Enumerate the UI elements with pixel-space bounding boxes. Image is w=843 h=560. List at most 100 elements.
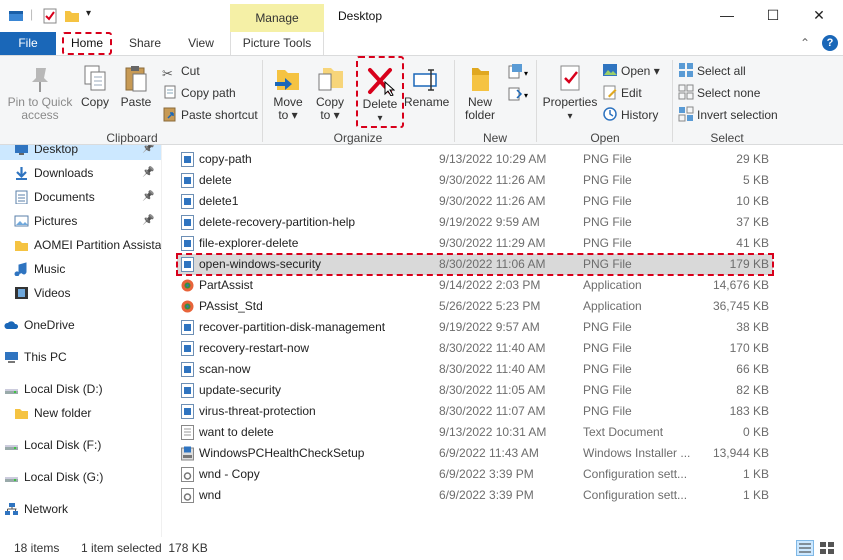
file-name: recover-partition-disk-management — [199, 320, 386, 334]
file-row[interactable]: wnd 6/9/2022 3:39 PM Configuration sett...… — [177, 485, 773, 506]
large-icons-view-icon[interactable] — [818, 540, 836, 556]
file-date: 8/30/2022 11:05 AM — [439, 383, 546, 397]
paste-shortcut-button[interactable]: Paste shortcut — [162, 106, 258, 124]
tab-view[interactable]: View — [180, 32, 222, 55]
delete-button[interactable]: Delete ▾ — [356, 56, 404, 128]
file-type: Configuration sett... — [583, 488, 688, 502]
paste-button[interactable]: Paste — [116, 64, 156, 109]
ribbon: Pin to Quick access Copy Paste ✂ Cut Copy… — [0, 55, 843, 145]
new-folder-button[interactable]: New folder — [458, 64, 502, 122]
nav-item-network[interactable]: Network — [0, 498, 161, 520]
file-image-icon — [181, 173, 194, 188]
disk-icon — [5, 445, 18, 450]
help-icon[interactable]: ? — [822, 35, 838, 51]
details-view-icon[interactable] — [796, 540, 814, 556]
properties-dropdown-icon[interactable]: ▾ — [567, 111, 572, 122]
nav-item-documents[interactable]: Documents 📌 — [0, 186, 161, 208]
file-row[interactable]: WindowsPCHealthCheckSetup 6/9/2022 11:43 … — [177, 443, 773, 464]
nav-item-videos[interactable]: Videos — [0, 282, 161, 304]
file-row[interactable]: recover-partition-disk-management 9/19/20… — [177, 317, 773, 338]
file-row[interactable]: delete1 9/30/2022 11:26 AM PNG File 10 KB — [177, 191, 773, 212]
file-size: 10 KB — [736, 194, 769, 208]
file-type: PNG File — [583, 320, 632, 334]
desktop-icon — [15, 145, 28, 155]
nav-item-label: Music — [34, 262, 66, 276]
history-button[interactable]: History — [602, 106, 658, 124]
nav-item-new-folder[interactable]: New folder — [0, 402, 161, 424]
file-date: 9/19/2022 9:57 AM — [439, 320, 540, 334]
maximize-button[interactable]: ☐ — [758, 5, 788, 25]
group-label-organize: Organize — [333, 131, 383, 145]
file-date: 8/30/2022 11:07 AM — [439, 404, 546, 418]
file-row[interactable]: copy-path 9/13/2022 10:29 AM PNG File 29 KB — [177, 149, 773, 170]
nav-item-pictures[interactable]: Pictures 📌 — [0, 210, 161, 232]
cut-button[interactable]: ✂ Cut — [162, 62, 200, 81]
pin-to-quick-access-button[interactable]: Pin to Quick access — [4, 64, 76, 122]
file-row[interactable]: open-windows-security 8/30/2022 11:06 AM P… — [176, 253, 774, 276]
new-folder-quick-icon[interactable] — [64, 8, 80, 24]
file-name: PartAssist — [199, 278, 254, 292]
nav-item-this-pc[interactable]: This PC — [0, 346, 161, 368]
history-label: History — [621, 108, 659, 122]
file-row[interactable]: recovery-restart-now 8/30/2022 11:40 AM PN… — [177, 338, 773, 359]
close-button[interactable]: ✕ — [804, 5, 834, 25]
nav-item-local-disk-d[interactable]: Local Disk (D:) — [0, 378, 161, 400]
nav-item-music[interactable]: Music — [0, 258, 161, 280]
file-size: 82 KB — [736, 383, 769, 397]
move-to-button[interactable]: Move to ▾ — [268, 64, 308, 122]
delete-dropdown-icon[interactable]: ▾ — [377, 113, 382, 124]
edit-button[interactable]: Edit — [602, 84, 642, 102]
file-row[interactable]: virus-threat-protection 8/30/2022 11:07 A… — [177, 401, 773, 422]
tab-picture-tools[interactable]: Picture Tools — [230, 32, 324, 55]
minimize-button[interactable]: — — [712, 5, 742, 25]
invert-selection-button[interactable]: Invert selection — [678, 106, 778, 124]
folder-icon — [15, 241, 28, 251]
file-row[interactable]: file-explorer-delete 9/30/2022 11:29 AM PN… — [177, 233, 773, 254]
easy-access-icon[interactable]: ▾ — [506, 86, 532, 102]
svg-text:▾: ▾ — [524, 91, 528, 100]
new-item-icon[interactable]: ▾ — [506, 64, 532, 80]
move-to-icon — [275, 70, 299, 90]
explorer-window-icon[interactable] — [8, 8, 24, 24]
file-text-icon — [181, 425, 194, 440]
rename-button[interactable]: Rename — [404, 64, 449, 109]
file-size: 1 KB — [742, 488, 769, 502]
file-row[interactable]: delete-recovery-partition-help 9/19/2022 … — [177, 212, 773, 233]
nav-item-local-disk-f[interactable]: Local Disk (F:) — [0, 434, 161, 456]
nav-item-local-disk-g[interactable]: Local Disk (G:) — [0, 466, 161, 488]
properties-button[interactable]: Properties ▾ — [540, 64, 600, 123]
file-size: 170 KB — [729, 341, 769, 355]
quick-access-dropdown-icon[interactable]: ▾ — [86, 8, 91, 19]
copy-to-button[interactable]: Copy to ▾ — [310, 64, 350, 122]
copy-button[interactable]: Copy — [76, 64, 114, 109]
nav-item-label: Pictures — [34, 214, 78, 228]
file-row[interactable]: update-security 8/30/2022 11:05 AM PNG Fil… — [177, 380, 773, 401]
nav-item-aomei-partition-assistant[interactable]: AOMEI Partition Assistant — [0, 234, 161, 256]
file-row[interactable]: scan-now 8/30/2022 11:40 AM PNG File 66 KB — [177, 359, 773, 380]
file-name: recovery-restart-now — [199, 341, 310, 355]
paste-shortcut-icon — [163, 107, 176, 122]
copy-path-button[interactable]: Copy path — [162, 84, 236, 102]
nav-item-onedrive[interactable]: OneDrive — [0, 314, 161, 336]
nav-item-label: OneDrive — [24, 318, 75, 332]
selection-info: 1 item selected 178 KB — [81, 541, 208, 555]
file-row[interactable]: want to delete 9/13/2022 10:31 AM Text Doc… — [177, 422, 773, 443]
tab-share[interactable]: Share — [122, 32, 168, 55]
open-button[interactable]: Open ▾ — [602, 62, 660, 80]
ribbon-toggle-icon[interactable]: ⌃ — [800, 36, 810, 50]
tab-file[interactable]: File — [0, 32, 56, 55]
tab-home[interactable]: Home — [62, 32, 112, 55]
file-row[interactable]: delete 9/30/2022 11:26 AM PNG File 5 KB — [177, 170, 773, 191]
nav-item-downloads[interactable]: Downloads 📌 — [0, 162, 161, 184]
nav-item-desktop[interactable]: Desktop 📌 — [0, 145, 161, 160]
file-row[interactable]: wnd - Copy 6/9/2022 3:39 PM Configuration … — [177, 464, 773, 485]
select-all-button[interactable]: Select all — [678, 62, 746, 80]
file-row[interactable]: PAssist_Std 5/26/2022 5:23 PM Application 3… — [177, 296, 773, 317]
file-row[interactable]: PartAssist 9/14/2022 2:03 PM Application 14… — [177, 275, 773, 296]
file-size: 29 KB — [736, 152, 769, 166]
documents-icon — [15, 190, 28, 204]
navigation-pane: Desktop 📌 Downloads 📌 Documents 📌 Pictures 📌 AOM… — [0, 145, 162, 537]
select-none-button[interactable]: Select none — [678, 84, 760, 102]
file-type: PNG File — [583, 194, 632, 208]
properties-quick-icon[interactable] — [42, 8, 58, 24]
